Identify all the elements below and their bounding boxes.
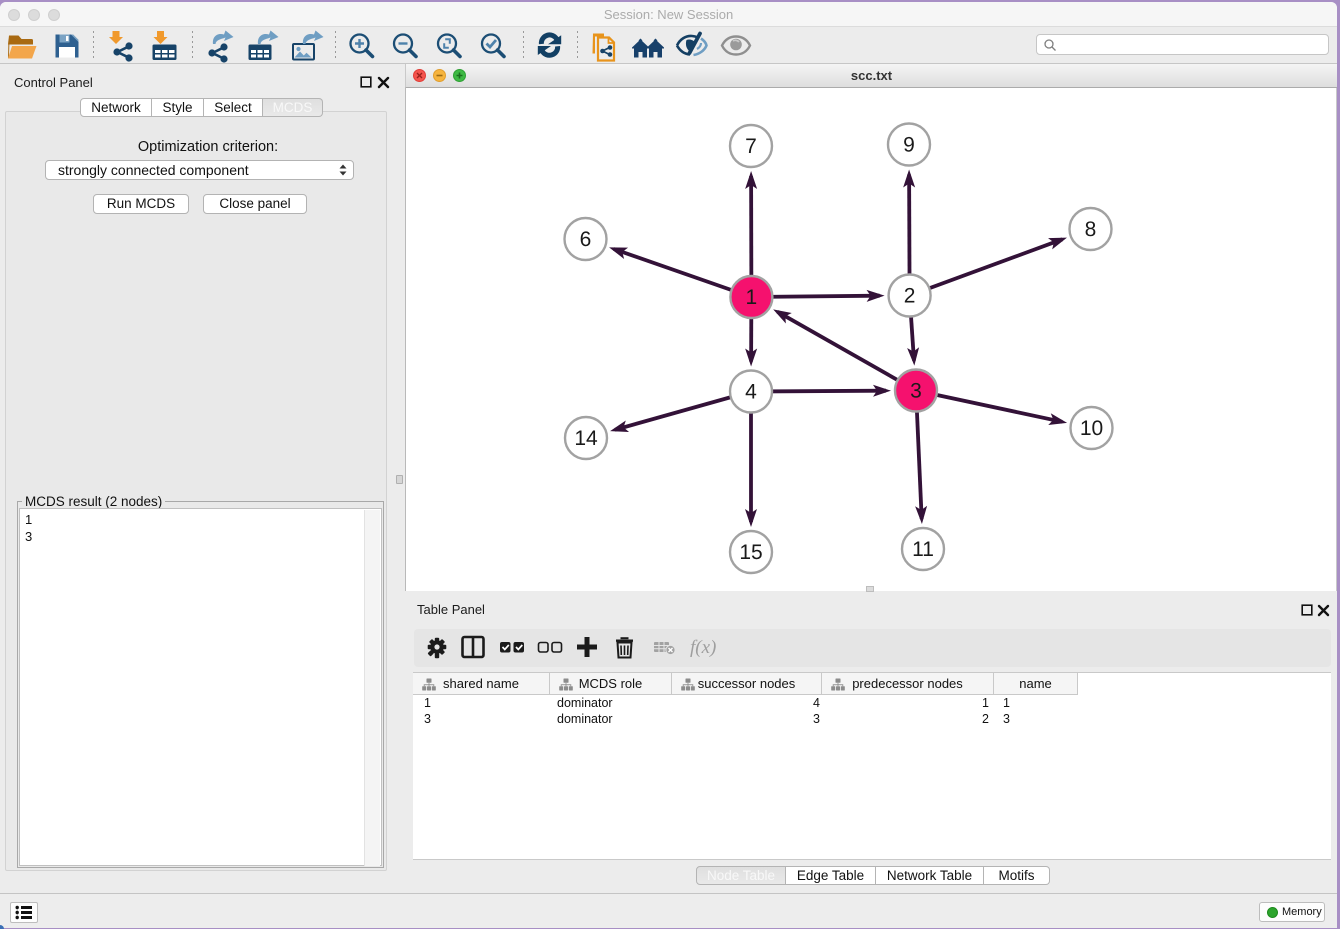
svg-text:f(x): f(x) (690, 637, 716, 658)
svg-text:2: 2 (904, 285, 916, 308)
svg-text:9: 9 (903, 134, 915, 157)
svg-text:1: 1 (746, 286, 758, 309)
svg-text:11: 11 (912, 538, 934, 561)
svg-text:10: 10 (1080, 417, 1103, 440)
svg-text:7: 7 (745, 135, 757, 158)
svg-text:14: 14 (574, 427, 598, 450)
svg-text:4: 4 (745, 381, 757, 404)
svg-text:15: 15 (739, 541, 762, 564)
svg-text:6: 6 (580, 228, 592, 251)
svg-text:8: 8 (1085, 218, 1097, 241)
svg-text:3: 3 (910, 380, 922, 403)
